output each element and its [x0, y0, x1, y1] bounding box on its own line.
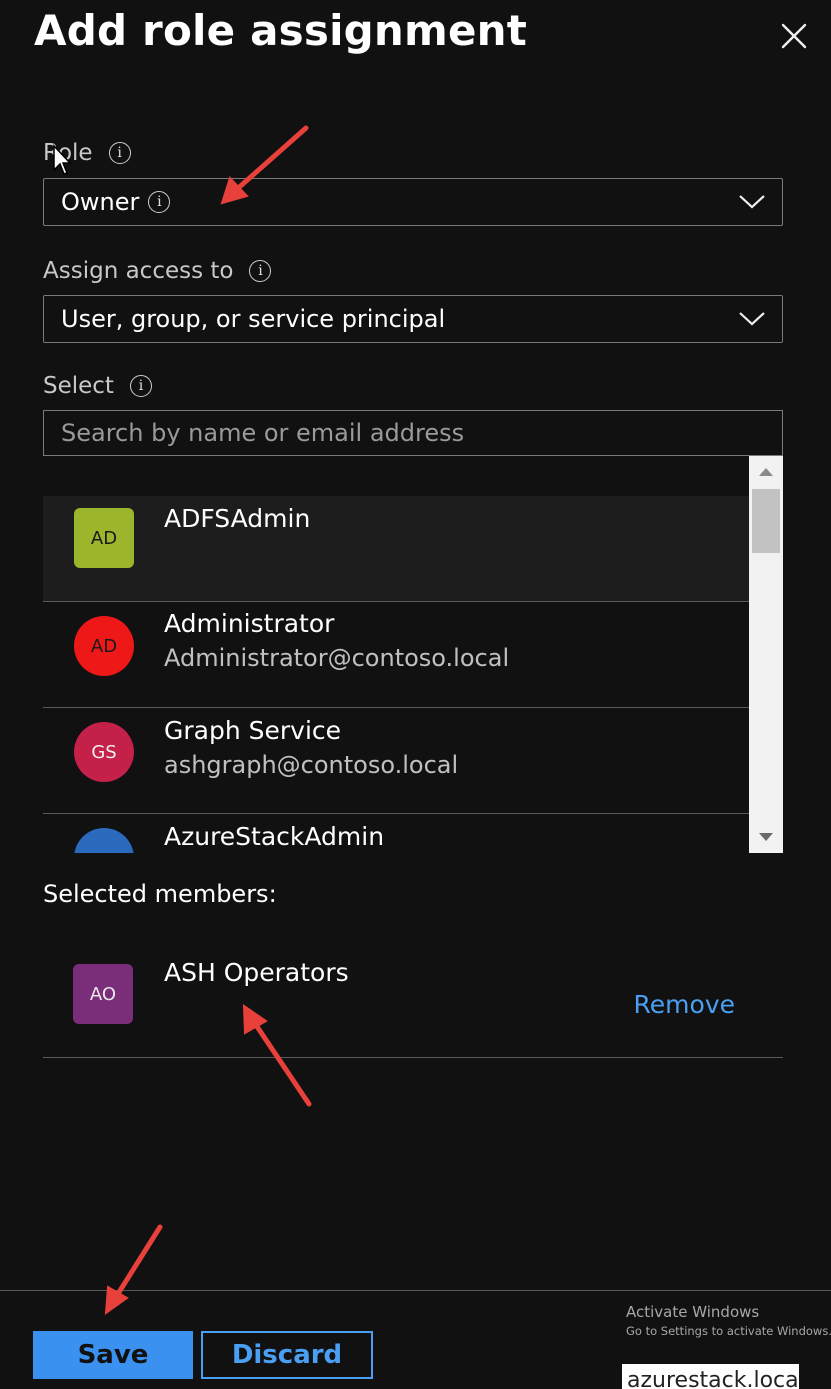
avatar — [74, 828, 134, 853]
scrollbar-thumb[interactable] — [752, 489, 780, 553]
scroll-down-icon[interactable] — [749, 823, 783, 853]
info-icon[interactable]: i — [108, 142, 131, 164]
list-item[interactable]: AD ADFSAdmin — [43, 496, 749, 602]
assign-access-value: User, group, or service principal — [61, 305, 446, 333]
list-item-name: ADFSAdmin — [164, 504, 311, 533]
role-value: Owner — [61, 188, 140, 216]
avatar: AO — [73, 964, 133, 1024]
list-item-name: Graph Service — [164, 716, 342, 745]
list-item-name: Administrator — [164, 609, 335, 638]
scrollbar[interactable] — [749, 456, 783, 853]
discard-button[interactable]: Discard — [201, 1331, 373, 1379]
info-icon[interactable]: i — [129, 375, 152, 397]
assign-access-dropdown[interactable]: User, group, or service principal — [43, 295, 783, 343]
assign-access-label-group: Assign access to i — [43, 258, 272, 284]
search-field[interactable] — [43, 410, 783, 456]
avatar: AD — [74, 508, 134, 568]
list-item[interactable]: AzureStackAdmin — [43, 814, 749, 853]
scroll-up-icon[interactable] — [749, 456, 783, 486]
info-icon[interactable]: i — [148, 191, 171, 213]
list-item[interactable]: AD Administrator Administrator@contoso.l… — [43, 602, 749, 708]
add-role-assignment-panel: Add role assignment Role i Owner i Assig… — [0, 0, 831, 1389]
role-dropdown[interactable]: Owner i — [43, 178, 783, 226]
footer-divider — [0, 1290, 831, 1291]
results-list: AD ADFSAdmin AD Administrator Administra… — [43, 456, 783, 853]
save-button[interactable]: Save — [33, 1331, 193, 1379]
avatar: AD — [74, 616, 134, 676]
selected-members-label: Selected members: — [43, 880, 277, 908]
info-icon[interactable]: i — [249, 260, 272, 282]
select-label: Select — [43, 373, 114, 399]
activate-windows-watermark: Activate Windows Go to Settings to activ… — [626, 1303, 831, 1338]
avatar: GS — [74, 722, 134, 782]
taskbar-host-label: azurestack.local — [622, 1364, 799, 1389]
page-title: Add role assignment — [34, 6, 528, 55]
assign-access-label: Assign access to — [43, 258, 234, 284]
close-icon[interactable] — [776, 18, 812, 54]
chevron-down-icon — [739, 195, 765, 209]
chevron-down-icon — [739, 312, 765, 326]
list-item-name: AzureStackAdmin — [164, 822, 385, 851]
selected-member-row: AO ASH Operators Remove — [43, 930, 783, 1058]
list-item-email: ashgraph@contoso.local — [164, 751, 459, 779]
search-input[interactable] — [44, 411, 782, 455]
selected-member-name: ASH Operators — [164, 958, 349, 987]
select-label-group: Select i — [43, 373, 152, 399]
list-item-email: Administrator@contoso.local — [164, 644, 510, 672]
mouse-pointer-icon — [53, 144, 72, 175]
list-item[interactable]: GS Graph Service ashgraph@contoso.local — [43, 708, 749, 814]
remove-link[interactable]: Remove — [634, 990, 735, 1019]
